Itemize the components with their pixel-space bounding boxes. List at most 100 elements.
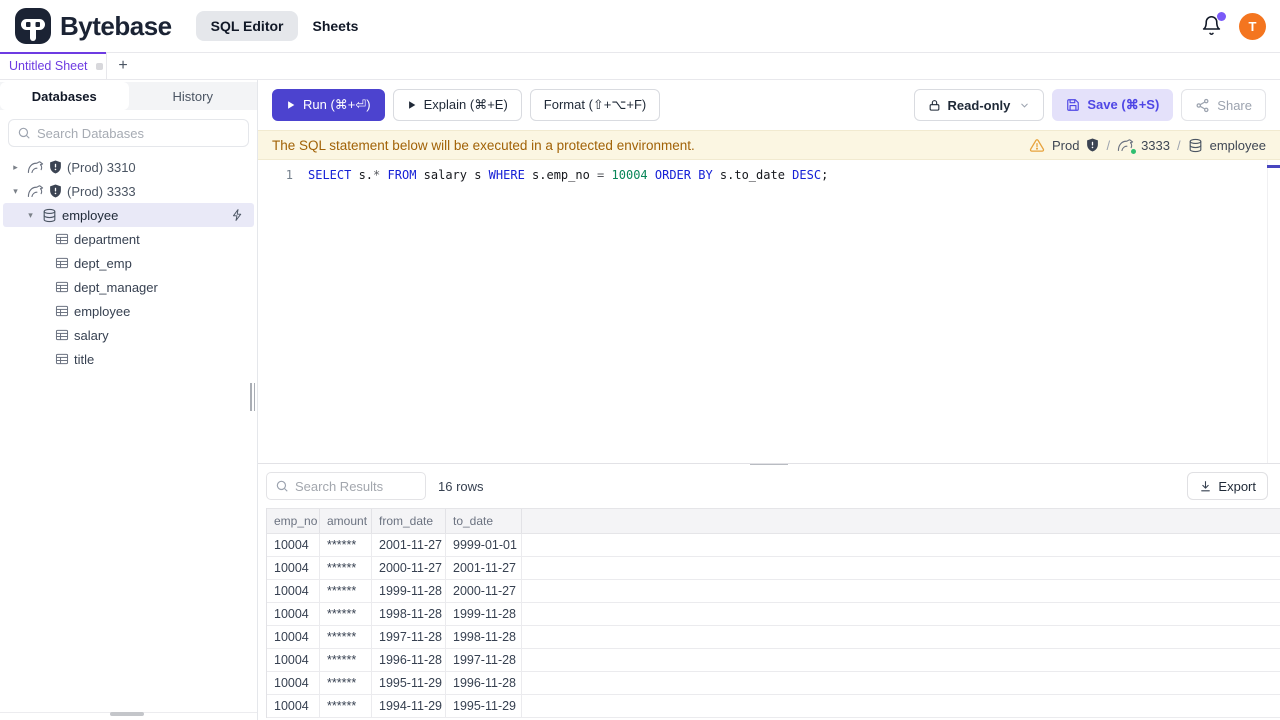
results-search <box>266 472 426 500</box>
nav-sql-editor[interactable]: SQL Editor <box>195 11 299 41</box>
table-cell[interactable]: 1999-11-28 <box>372 580 446 602</box>
table-row[interactable]: 10004 ****** 1998-11-28 1999-11-28 <box>267 603 1280 626</box>
instance-label: (Prod) 3310 <box>67 159 136 175</box>
sidebar: Databases History ▸ (Prod) <box>0 80 258 720</box>
brand-name: Bytebase <box>60 10 172 41</box>
table-cell[interactable]: 1995-11-29 <box>446 695 522 717</box>
table-cell[interactable]: ****** <box>320 534 372 556</box>
save-icon <box>1066 98 1080 112</box>
table-label: dept_manager <box>74 279 158 295</box>
export-button[interactable]: Export <box>1187 472 1268 500</box>
table-cell[interactable]: 10004 <box>267 649 320 671</box>
table-cell[interactable]: 1995-11-29 <box>372 672 446 694</box>
table-cell[interactable]: ****** <box>320 626 372 648</box>
protected-environment-banner: The SQL statement below will be executed… <box>258 130 1280 160</box>
table-row[interactable]: 10004 ****** 2000-11-27 2001-11-27 <box>267 557 1280 580</box>
chevron-down-icon[interactable]: ▾ <box>9 186 22 197</box>
environment-label: Prod <box>1051 137 1080 153</box>
table-cell[interactable]: 9999-01-01 <box>446 534 522 556</box>
table-label: salary <box>74 327 109 343</box>
tab-history[interactable]: History <box>129 82 258 110</box>
chevron-down-icon[interactable]: ▾ <box>24 210 37 221</box>
column-header-amount[interactable]: amount <box>320 509 372 533</box>
bytebase-logo[interactable]: Bytebase <box>14 7 172 45</box>
readonly-mode-dropdown[interactable]: Read-only <box>913 89 1045 121</box>
search-results-input[interactable] <box>295 478 417 494</box>
results-panel: 16 rows Export emp_noamountfrom_dateto_d… <box>258 463 1280 720</box>
sidebar-table-department[interactable]: department <box>0 227 257 251</box>
table-label: department <box>74 231 140 247</box>
table-cell[interactable]: 1996-11-28 <box>372 649 446 671</box>
sidebar-horizontal-scrollbar[interactable] <box>110 712 144 716</box>
column-header-from_date[interactable]: from_date <box>372 509 446 533</box>
table-label: dept_emp <box>74 255 132 271</box>
table-cell[interactable]: 10004 <box>267 557 320 579</box>
sidebar-table-salary[interactable]: salary <box>0 323 257 347</box>
table-cell[interactable]: 2000-11-27 <box>372 557 446 579</box>
sidebar-table-dept_emp[interactable]: dept_emp <box>0 251 257 275</box>
table-row[interactable]: 10004 ****** 2001-11-27 9999-01-01 <box>267 534 1280 557</box>
avatar[interactable]: T <box>1239 12 1266 40</box>
search-databases-input[interactable] <box>37 125 240 141</box>
format-button[interactable]: Format (⇧+⌥+F) <box>529 89 661 121</box>
table-cell[interactable]: 1997-11-28 <box>446 649 522 671</box>
table-cell[interactable]: 10004 <box>267 580 320 602</box>
tab-untitled-sheet[interactable]: Untitled Sheet <box>0 52 107 79</box>
table-cell[interactable]: 1997-11-28 <box>372 626 446 648</box>
table-cell[interactable]: 2000-11-27 <box>446 580 522 602</box>
table-cell[interactable]: 1999-11-28 <box>446 603 522 625</box>
table-cell[interactable]: 10004 <box>267 695 320 717</box>
sheet-tab-label: Untitled Sheet <box>9 59 88 73</box>
search-icon <box>275 479 289 493</box>
separator: / <box>1177 137 1181 153</box>
save-button[interactable]: Save (⌘+S) <box>1052 89 1174 121</box>
instance-prod-3310[interactable]: ▸ (Prod) 3310 <box>0 155 257 179</box>
table-cell[interactable]: 1994-11-29 <box>372 695 446 717</box>
table-row[interactable]: 10004 ****** 1997-11-28 1998-11-28 <box>267 626 1280 649</box>
code-line[interactable]: SELECT s.* FROM salary s WHERE s.emp_no … <box>308 166 828 185</box>
results-resize-handle[interactable] <box>750 464 788 465</box>
explain-button[interactable]: Explain (⌘+E) <box>392 89 522 121</box>
add-sheet-button[interactable]: + <box>107 53 139 79</box>
table-cell[interactable]: ****** <box>320 557 372 579</box>
mysql-icon <box>27 184 44 199</box>
table-cell[interactable]: 1996-11-28 <box>446 672 522 694</box>
table-cell[interactable]: ****** <box>320 603 372 625</box>
sidebar-table-dept_manager[interactable]: dept_manager <box>0 275 257 299</box>
instance-prod-3333[interactable]: ▾ (Prod) 3333 <box>0 179 257 203</box>
table-row[interactable]: 10004 ****** 1999-11-28 2000-11-27 <box>267 580 1280 603</box>
editor-scrollbar[interactable] <box>1267 160 1280 463</box>
run-button[interactable]: Run (⌘+⏎) <box>272 89 385 121</box>
results-header-row: emp_no amount from_date to_date <box>267 508 1280 534</box>
table-cell[interactable]: 10004 <box>267 603 320 625</box>
sql-editor[interactable]: 1 SELECT s.* FROM salary s WHERE s.emp_n… <box>258 160 1280 463</box>
table-cell[interactable]: ****** <box>320 580 372 602</box>
nav-sheets[interactable]: Sheets <box>298 11 372 41</box>
table-cell[interactable]: 2001-11-27 <box>372 534 446 556</box>
quick-connect-bolt-icon[interactable] <box>231 208 244 222</box>
table-cell[interactable]: 10004 <box>267 672 320 694</box>
sidebar-table-employee[interactable]: employee <box>0 299 257 323</box>
table-row[interactable]: 10004 ****** 1996-11-28 1997-11-28 <box>267 649 1280 672</box>
column-header-emp_no[interactable]: emp_no <box>267 509 320 533</box>
sidebar-table-title[interactable]: title <box>0 347 257 371</box>
table-cell[interactable]: 10004 <box>267 534 320 556</box>
share-button[interactable]: Share <box>1181 89 1266 121</box>
prod-shield-icon <box>49 160 62 174</box>
sidebar-database-employee[interactable]: ▾ employee <box>3 203 254 227</box>
table-cell[interactable]: 10004 <box>267 626 320 648</box>
table-cell[interactable]: ****** <box>320 649 372 671</box>
chevron-right-icon[interactable]: ▸ <box>9 162 22 173</box>
table-row[interactable]: 10004 ****** 1995-11-29 1996-11-28 <box>267 672 1280 695</box>
sidebar-resize-handle[interactable] <box>250 383 256 411</box>
notification-bell-button[interactable] <box>1201 12 1226 37</box>
table-cell[interactable]: ****** <box>320 672 372 694</box>
table-row[interactable]: 10004 ****** 1994-11-29 1995-11-29 <box>267 695 1280 718</box>
tab-databases[interactable]: Databases <box>0 82 129 110</box>
table-cell[interactable]: 2001-11-27 <box>446 557 522 579</box>
column-header-to_date[interactable]: to_date <box>446 509 522 533</box>
table-cell[interactable]: ****** <box>320 695 372 717</box>
table-label: title <box>74 351 95 367</box>
table-cell[interactable]: 1998-11-28 <box>372 603 446 625</box>
table-cell[interactable]: 1998-11-28 <box>446 626 522 648</box>
